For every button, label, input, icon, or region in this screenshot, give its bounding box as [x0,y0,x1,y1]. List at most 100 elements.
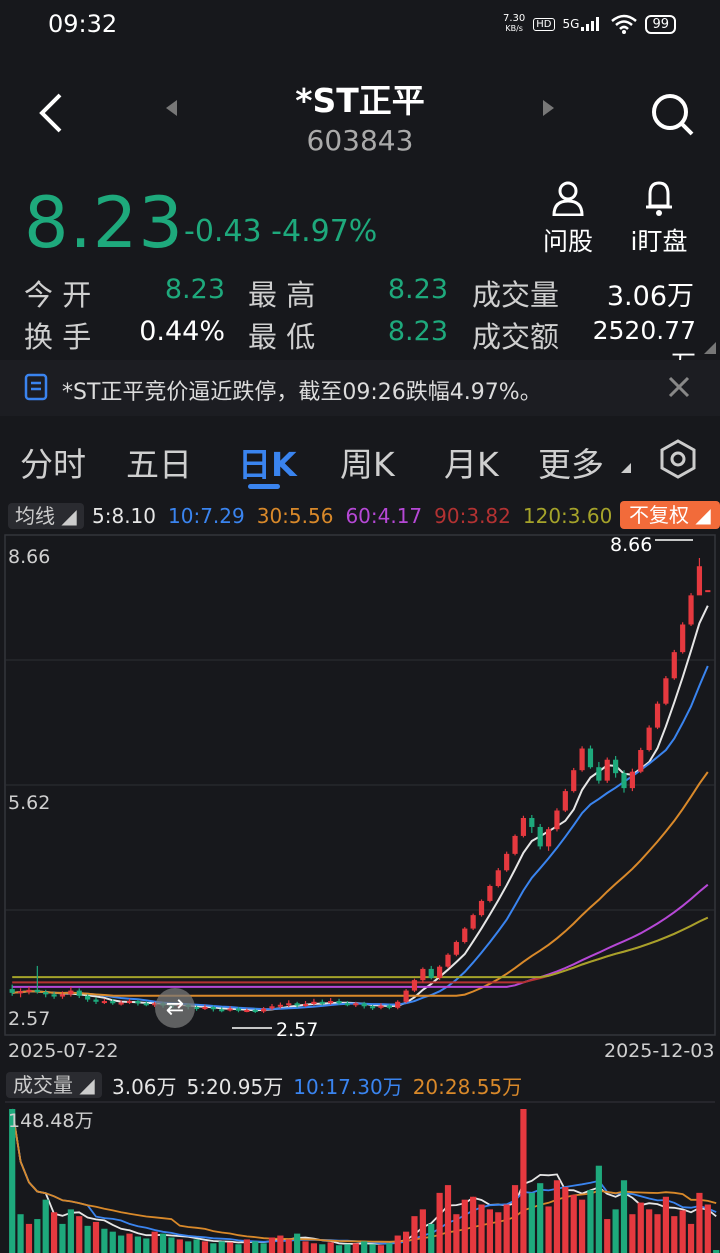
volume-bar [671,1216,678,1253]
candle-body [562,791,568,811]
tab-weekly-k[interactable]: 周K [340,438,395,486]
candle-body [646,727,652,751]
tab-more[interactable]: 更多 [538,438,604,486]
vol-ma20: 20:28.55万 [412,1075,523,1099]
ma90-value: 90:3.82 [434,504,511,528]
vol-ma5-line [11,1108,717,1245]
date-start: 2025-07-22 [8,1040,119,1062]
volume-bar [176,1239,183,1253]
volume-bar [126,1233,133,1253]
volume-bar [553,1180,561,1253]
candle-body [680,624,686,653]
volume-bar [436,1192,443,1253]
candle-body [504,853,510,871]
ma-selector[interactable]: 均线 ◢ [8,500,84,529]
volume-bar [260,1243,267,1253]
candle-body [512,835,518,854]
volume-bar [59,1223,66,1253]
candle-body [411,980,418,991]
volume-bar [252,1241,259,1253]
kline-chart[interactable] [0,530,720,1253]
volume-bar [159,1233,167,1253]
signal-icon: 5G [563,17,604,31]
volume-bar [654,1214,661,1253]
volume-bar [226,1242,234,1253]
search-icon[interactable] [650,92,694,136]
candle-body [445,954,451,967]
candle-body [244,1010,250,1013]
candle-body [294,1003,300,1006]
ma5-value: 5:8.10 [92,504,156,528]
ask-button[interactable]: 问股 [538,180,598,258]
volume-bar [696,1192,703,1253]
candle-body [705,590,711,593]
candle-body [235,1008,242,1011]
volume-y-max: 148.48万 [8,1110,94,1132]
candle-body [9,989,15,993]
volume-bar [285,1239,292,1253]
volume-bar [704,1204,711,1253]
ma30-line [12,771,709,997]
notice-text: *ST正平竞价逼近跌停，截至09:26跌幅4.97%。 [62,380,542,405]
volume-bar [327,1242,334,1253]
next-stock-icon[interactable] [542,100,554,116]
net-speed: 7.30 KB/s [503,13,526,34]
candle-body [478,900,485,916]
tab-intraday[interactable]: 分时 [20,438,86,486]
candle-body [51,994,57,997]
notice-bar[interactable]: *ST正平竞价逼近跌停，截至09:26跌幅4.97%。 [0,360,720,416]
vol-ma20-line [11,1108,717,1243]
volume-bar [620,1180,628,1253]
chart-grid [4,534,716,1103]
volume-bar [50,1212,58,1253]
volume-bar [335,1245,343,1253]
volume-bar [352,1243,359,1253]
bell-icon [646,181,672,216]
volume-bar [151,1231,158,1253]
volume-bars [9,1109,720,1253]
watch-label: i盯盘 [630,227,688,256]
adjust-button[interactable]: 不复权 ◢ [620,499,720,529]
candle-body [143,1003,149,1006]
settings-icon[interactable] [658,438,698,480]
close-icon[interactable] [668,376,690,398]
volume-bar [294,1233,301,1253]
open-label: 今 开 [24,278,92,312]
price-change: -0.43 -4.97% [184,214,378,249]
volume-bar [612,1209,619,1253]
ask-label: 问股 [542,227,593,256]
ma10-value: 10:7.29 [168,504,245,528]
more-dropdown-icon [621,463,631,473]
tab-five-day[interactable]: 五日 [126,438,192,486]
scroll-floating-icon[interactable]: ⇄ [155,988,195,1028]
volume-bar [570,1194,577,1253]
volume-today: 3.06万 [112,1075,177,1099]
battery-icon: 99 [645,14,676,34]
candle-body [76,990,82,996]
volume-bar [394,1235,401,1253]
candle-body [537,826,543,847]
status-icons: 7.30 KB/s HD 5G 99 [503,14,676,34]
volume-bar [25,1223,33,1253]
expand-corner-icon[interactable] [704,342,716,354]
volume-bar [545,1206,552,1253]
volume-bar [361,1241,368,1253]
volume-bar [168,1237,175,1253]
indicator-selector[interactable]: 成交量 ◢ [6,1069,102,1098]
document-icon [24,373,48,401]
tab-monthly-k[interactable]: 月K [444,438,499,486]
candle-body [101,1001,107,1004]
volume-bar [428,1223,435,1253]
tab-daily-k[interactable]: 日K [238,438,297,486]
candle-body [93,999,99,1002]
volume-bar [143,1238,150,1253]
candle-body [17,991,24,994]
ma-lines [12,605,709,1012]
volume-bar [92,1221,100,1253]
watch-button[interactable]: i盯盘 [626,180,692,258]
ma60-value: 60:4.17 [345,504,423,528]
candle-body [621,773,627,789]
candle-body [403,990,409,1002]
candle-body [126,1001,133,1004]
open-value: 8.23 [164,274,225,305]
